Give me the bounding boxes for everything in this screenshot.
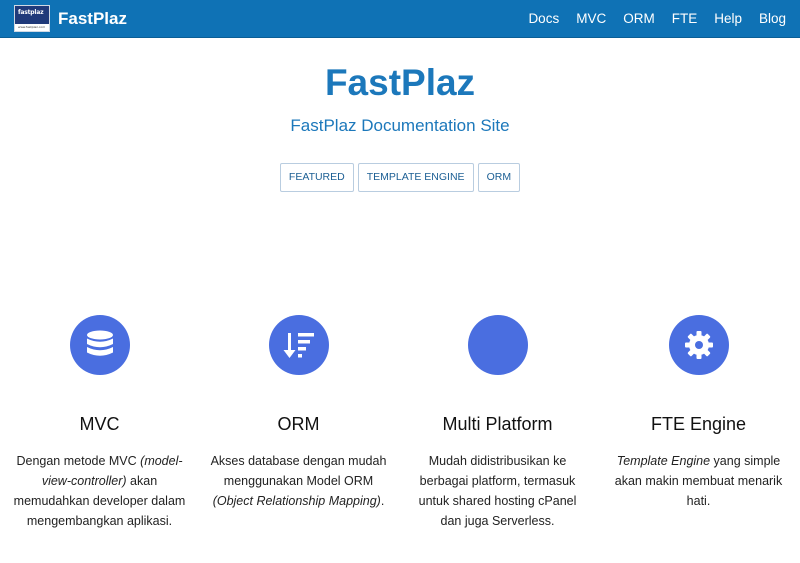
logo-text: fastplaz [18,9,44,16]
feature-fte-engine: FTE Engine Template Engine yang simple a… [597,315,800,531]
page-title: FastPlaz [324,62,476,103]
nav-link-docs[interactable]: Docs [528,11,559,26]
feature-desc-mvc: Dengan metode MVC (model-view-controller… [12,451,188,531]
feature-desc-text: Dengan metode MVC [16,454,141,468]
feature-title-multi-platform: Multi Platform [442,414,553,434]
feature-multi-platform: Multi Platform Mudah didistribusikan ke … [398,315,597,531]
feature-mvc: MVC Dengan metode MVC (model-view-contro… [0,315,199,531]
tag-orm-button[interactable]: ORM [477,163,521,192]
feature-desc-emphasis: (Object Relationship Mapping) [212,494,381,508]
feature-title-orm: ORM [277,414,320,434]
tag-template-engine-button[interactable]: TEMPLATE ENGINE [357,163,474,192]
nav-links: Docs MVC ORM FTE Help Blog [528,11,786,26]
sort-amount-icon [268,315,329,375]
nav-link-fte[interactable]: FTE [672,11,698,26]
gear-icon [668,315,729,375]
feature-desc-orm: Akses database dengan mudah menggunakan … [211,451,387,511]
feature-title-fte-engine: FTE Engine [650,414,747,434]
nav-link-orm[interactable]: ORM [623,11,655,26]
nav-link-mvc[interactable]: MVC [576,11,606,26]
feature-desc-text: . [380,494,385,508]
feature-desc-emphasis: Template Engine [616,454,711,468]
tag-featured-button[interactable]: FEATURED [279,163,354,192]
gear-icon-glyph [684,331,713,359]
logo-subtext: www.fastplaz.com [18,25,46,29]
feature-orm: ORM Akses database dengan mudah mengguna… [199,315,398,531]
hero: FastPlaz FastPlaz Documentation Site FEA… [0,61,800,192]
feature-title-mvc: MVC [79,414,120,434]
feature-list: MVC Dengan metode MVC (model-view-contro… [0,315,800,531]
tag-list: FEATURED TEMPLATE ENGINE ORM [0,163,800,192]
feature-desc-text: Akses database dengan mudah menggunakan … [210,454,387,488]
feature-desc-fte-engine: Template Engine yang simple akan makin m… [611,451,787,511]
feature-desc-text: Mudah didistribusikan ke berbagai platfo… [418,454,577,528]
feature-desc-multi-platform: Mudah didistribusikan ke berbagai platfo… [410,451,586,531]
nav-link-blog[interactable]: Blog [759,11,786,26]
logo[interactable]: fastplaz www.fastplaz.com [14,5,50,32]
nav-link-help[interactable]: Help [714,11,742,26]
sort-amount-icon-glyph [283,333,314,358]
database-icon-glyph [86,330,113,356]
navbar: fastplaz www.fastplaz.com FastPlaz Docs … [0,0,800,38]
platform-icon [467,315,528,375]
page-subtitle: FastPlaz Documentation Site [290,116,510,135]
brand-name[interactable]: FastPlaz [58,9,127,29]
database-icon [69,315,130,375]
